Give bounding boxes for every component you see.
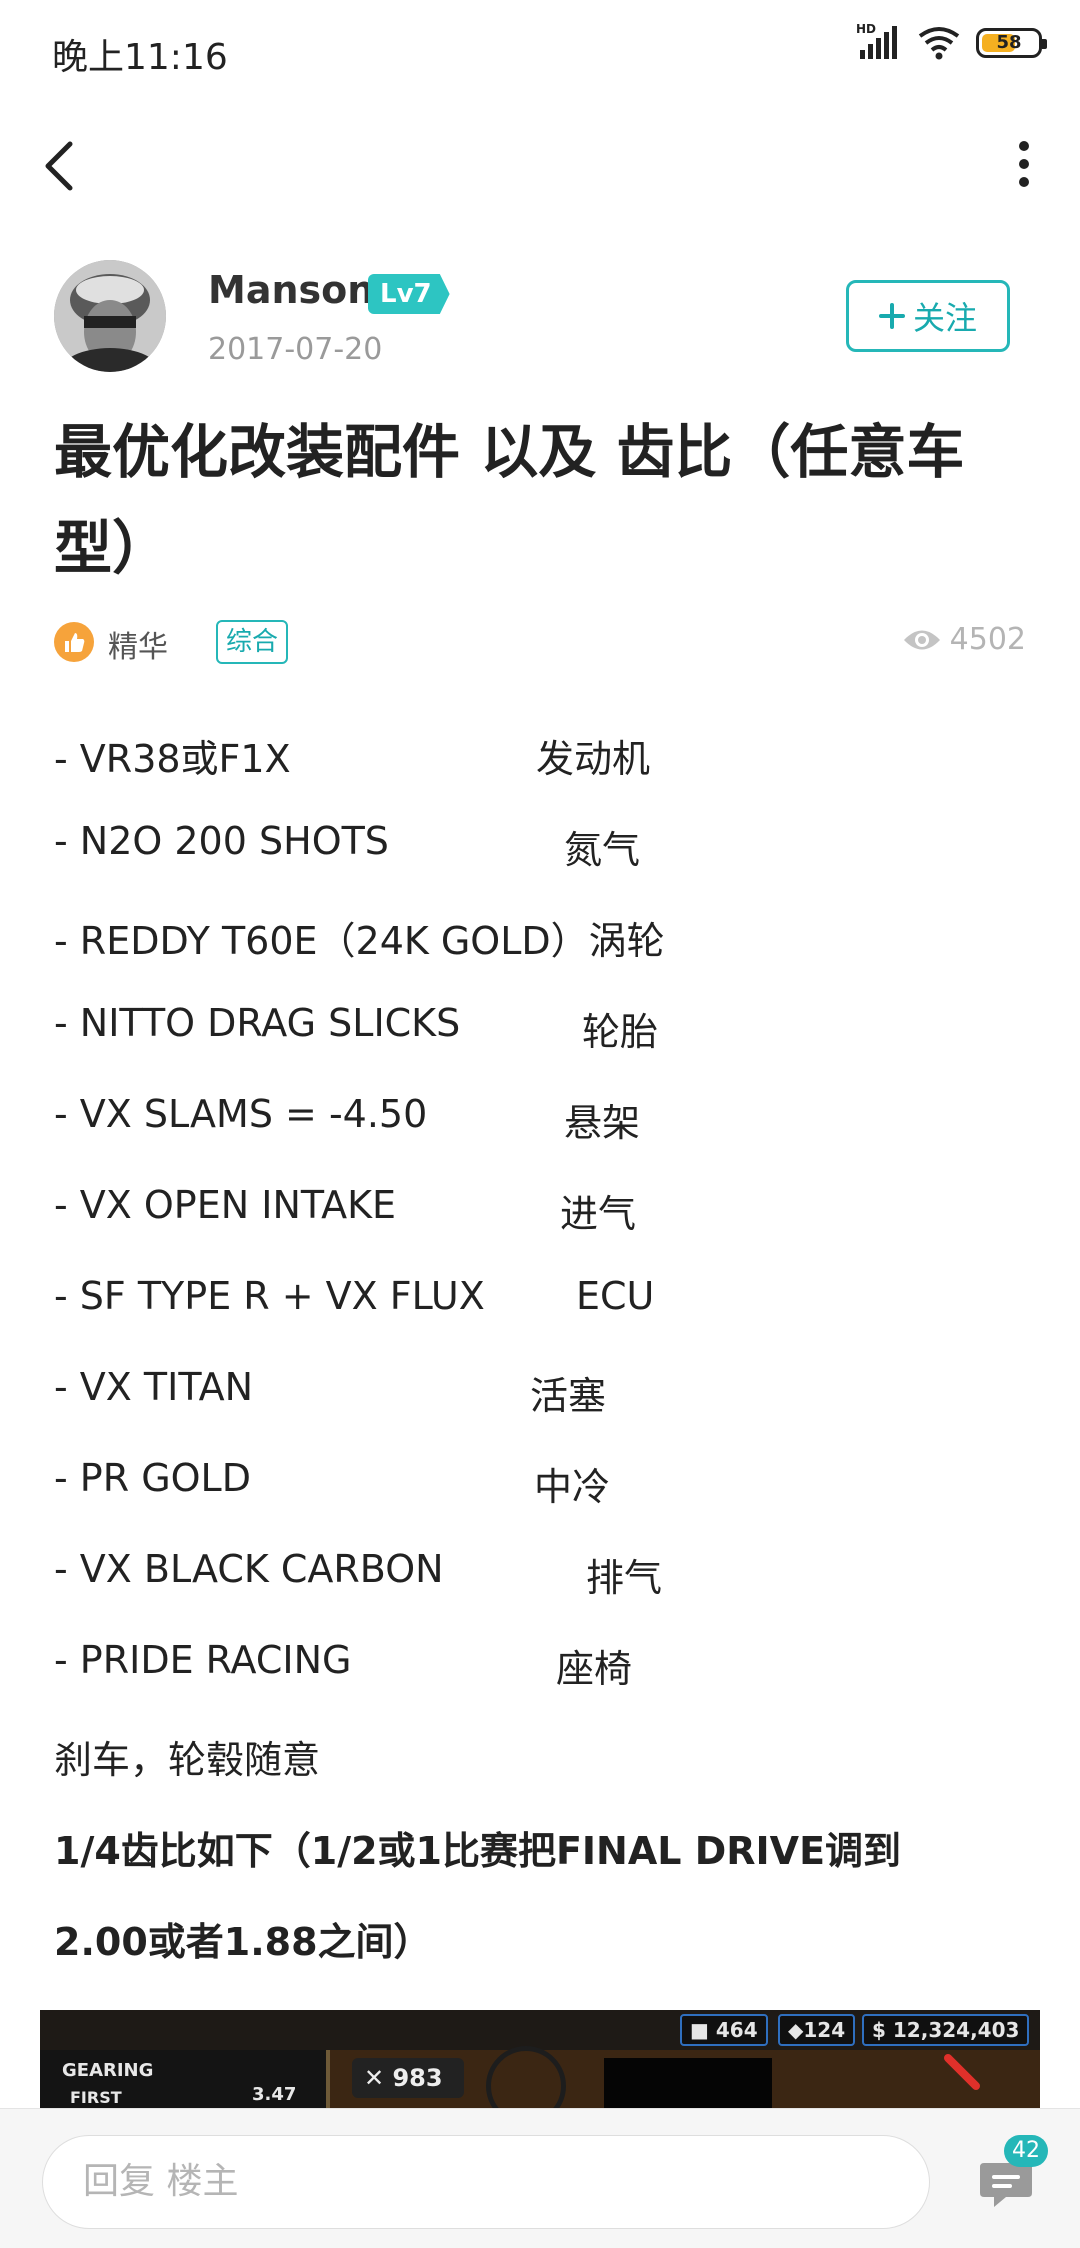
spec-part: - VR38或F1X [54,737,291,781]
spec-line-engine: - VR38或F1X 发动机 [54,716,1026,807]
comment-count-badge: 42 [1004,2135,1048,2167]
post-image[interactable]: ■ 464 ◆124 $ 12,324,403 GEARING FIRST 3.… [40,2010,1040,2110]
spec-cn: 座椅 [556,1647,633,1691]
wifi-icon [918,26,960,60]
spec-part: - REDDY T60E（24K GOLD）涡轮 [54,919,665,963]
resource-crate: ■ 464 [680,2014,768,2046]
spec-part: - VX BLACK CARBON [54,1547,444,1591]
counter-box: ✕ 983 [352,2058,464,2098]
gearing-panel: GEARING FIRST 3.47 [40,2050,330,2110]
spec-line-suspension: - VX SLAMS = -4.50 悬架 [54,1080,1026,1171]
category-tag[interactable]: 综合 [216,620,289,664]
wheel-icon [486,2046,566,2110]
spec-part: - N2O 200 SHOTS [54,819,389,863]
meta-row: 精华 综合 4502 [54,616,1026,668]
status-icons: HD 58 [856,22,1047,60]
signal-icon: HD [856,22,902,60]
spec-part: - VX OPEN INTAKE [54,1183,397,1227]
post-content: - VR38或F1X 发动机 - N2O 200 SHOTS 氮气 - REDD… [54,716,1026,1990]
view-count-value: 4502 [949,622,1026,657]
spec-cn: 悬架 [564,1101,641,1145]
avatar[interactable] [54,260,166,372]
author-name[interactable]: Manson [208,268,374,312]
view-count: 4502 [902,622,1026,657]
spec-line-pistons: - VX TITAN 活塞 [54,1353,1026,1444]
spec-part: - VX SLAMS = -4.50 [54,1092,428,1136]
level-badge: Lv7 [368,274,450,314]
battery-tip [1042,39,1047,49]
spec-cn: 活塞 [530,1374,607,1418]
spec-cn: 发动机 [536,737,651,781]
back-button[interactable] [40,138,80,194]
spec-part: - VX TITAN [54,1365,253,1409]
status-bar: 晚上11:16 HD 58 [0,0,1080,96]
thumbs-up-icon [54,622,94,662]
spec-line-ecu: - SF TYPE R + VX FLUX ECU [54,1262,1026,1353]
arrow-icon [944,2054,980,2090]
gearing-label: GEARING [62,2060,154,2081]
spec-cn: 轮胎 [582,1010,659,1054]
eye-icon [903,630,940,649]
post-title: 最优化改装配件 以及 齿比（任意车型） [54,418,965,582]
spec-cn: 中冷 [534,1465,611,1509]
spec-part: - PR GOLD [54,1456,251,1500]
follow-button[interactable]: 关注 [846,280,1010,352]
plus-icon [878,303,905,329]
spec-line-exhaust: - VX BLACK CARBON 排气 [54,1535,1026,1626]
gear-intro-line-2: 2.00或者1.88之间） [54,1920,432,1964]
spec-line-nitrous: - N2O 200 SHOTS 氮气 [54,807,1026,898]
nav-bar [0,110,1080,220]
battery-level: 58 [996,32,1022,53]
dark-panel [604,2058,772,2110]
spec-line-turbo: - REDDY T60E（24K GOLD）涡轮 [54,898,1026,989]
more-vertical-icon [1019,141,1029,187]
game-resource-bar: ■ 464 ◆124 $ 12,324,403 [40,2010,1040,2050]
status-time: 晚上11:16 [52,37,228,78]
resource-cash: $ 12,324,403 [862,2014,1030,2046]
spec-part: - NITTO DRAG SLICKS [54,1001,461,1045]
reply-bar: 回复 楼主 42 [0,2108,1080,2248]
follow-label: 关注 [912,299,977,337]
first-gear-label: FIRST [70,2088,122,2107]
back-arrow-icon [45,141,73,191]
reply-input[interactable]: 回复 楼主 [42,2135,930,2229]
brakes-wheels-note: 刹车，轮毂随意 [54,1738,321,1782]
spec-part: - SF TYPE R + VX FLUX [54,1274,485,1318]
spec-part: - PRIDE RACING [54,1638,352,1682]
more-button[interactable] [1012,138,1036,194]
spec-cn: 排气 [586,1556,663,1600]
spec-line-intercooler: - PR GOLD 中冷 [54,1444,1026,1535]
spec-cn: 氮气 [564,828,641,872]
spec-cn: ECU [576,1274,655,1318]
spec-cn: 进气 [560,1192,637,1236]
gear-intro-line-1: 1/4齿比如下（1/2或1比赛把FINAL DRIVE调到 [54,1829,902,1873]
spec-line-tires: - NITTO DRAG SLICKS 轮胎 [54,989,1026,1080]
battery-icon: 58 [976,28,1047,58]
resource-gems: ◆124 [778,2014,856,2046]
essence-label: 精华 [108,630,168,665]
spec-line-seats: - PRIDE RACING 座椅 [54,1626,1026,1717]
first-gear-value: 3.47 [252,2084,297,2105]
spec-line-intake: - VX OPEN INTAKE 进气 [54,1171,1026,1262]
post-date: 2017-07-20 [208,332,383,367]
author-row: Manson Lv7 2017-07-20 关注 [54,258,1026,378]
